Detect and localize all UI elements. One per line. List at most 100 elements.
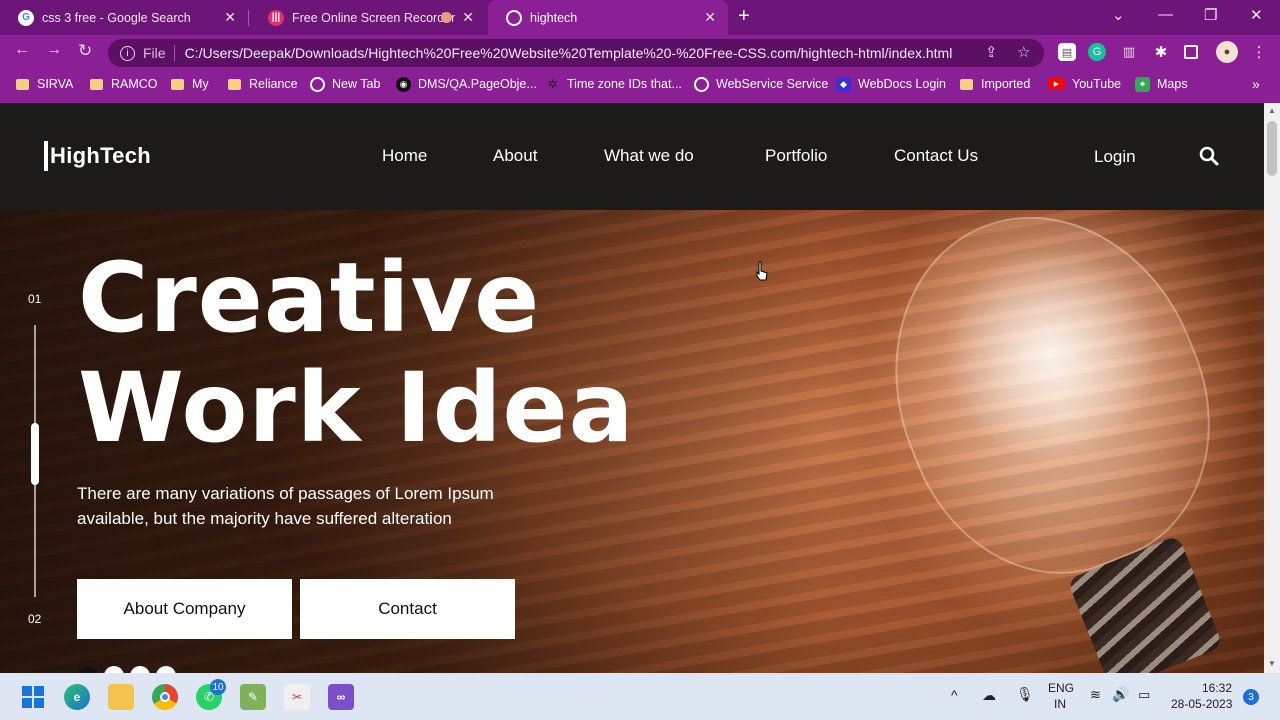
url-text[interactable]: C:/Users/Deepak/Downloads/Hightech%20Fre… xyxy=(185,45,953,61)
bookmark-youtube[interactable]: ▶ YouTube xyxy=(1048,75,1121,93)
close-icon[interactable]: ✕ xyxy=(462,9,474,26)
divider xyxy=(173,45,175,61)
share-icon[interactable]: ⇪ xyxy=(985,43,998,61)
nav-about[interactable]: About xyxy=(493,146,537,166)
mouse-cursor-icon xyxy=(756,261,768,281)
nav-portfolio[interactable]: Portfolio xyxy=(765,146,827,166)
hero-headline: Creative Work Idea xyxy=(78,243,634,463)
pdf-extension-icon[interactable]: ▤ xyxy=(1058,43,1076,61)
about-company-button[interactable]: About Company xyxy=(77,579,292,639)
close-window-button[interactable]: ✕ xyxy=(1250,6,1263,24)
battery-icon[interactable]: ▭ xyxy=(1138,687,1150,703)
grammarly-icon[interactable]: G xyxy=(1088,43,1106,61)
site-header: HighTech Home About What we do Portfolio… xyxy=(0,103,1264,210)
chevron-down-icon[interactable]: ⌄ xyxy=(1112,6,1125,24)
analytics-extension-icon[interactable]: ▥ xyxy=(1120,43,1138,61)
bookmark-label: DMS/QA.PageObje... xyxy=(418,77,537,91)
bookmark-label: Time zone IDs that... xyxy=(567,77,682,91)
language-indicator[interactable]: ENG xyxy=(1048,681,1074,695)
scheme-label: File xyxy=(143,45,166,61)
back-button[interactable]: ← xyxy=(14,41,30,59)
youtube-icon: ▶ xyxy=(1048,78,1065,90)
tab-screen-recorder[interactable]: ||| Free Online Screen Recorder ✕ xyxy=(250,0,486,35)
minimize-button[interactable]: — xyxy=(1158,6,1173,23)
nav-contact-us[interactable]: Contact Us xyxy=(894,146,978,166)
notification-badge[interactable]: 3 xyxy=(1243,689,1259,705)
bookmark-time-zone[interactable]: ✲ Time zone IDs that... xyxy=(545,75,682,93)
slider-thumb[interactable] xyxy=(31,423,39,485)
tab-google-search[interactable]: G css 3 free - Google Search ✕ xyxy=(0,0,248,35)
bookmark-label: WebService Service xyxy=(716,77,829,91)
snipping-tool-icon[interactable]: ✂ xyxy=(284,684,310,710)
visual-studio-icon[interactable]: ∞ xyxy=(328,684,354,710)
slide-number-last[interactable]: 02 xyxy=(28,612,41,626)
bookmark-my[interactable]: My xyxy=(171,75,209,93)
nav-what-we-do[interactable]: What we do xyxy=(604,146,694,166)
chrome-icon[interactable] xyxy=(152,684,178,710)
recording-icon xyxy=(441,12,452,23)
extensions-puzzle-icon[interactable]: ✱ xyxy=(1152,43,1170,61)
forward-button[interactable]: → xyxy=(46,41,62,59)
bookmark-star-icon[interactable]: ☆ xyxy=(1017,43,1030,61)
nav-home[interactable]: Home xyxy=(382,146,427,166)
page-scrollbar[interactable]: ▲ ▼ xyxy=(1264,103,1280,673)
onedrive-icon[interactable]: ☁ xyxy=(982,687,996,704)
scroll-thumb[interactable] xyxy=(1267,121,1277,176)
info-icon[interactable]: i xyxy=(120,45,135,61)
tab-title: hightech xyxy=(530,10,578,25)
windows-start-icon[interactable] xyxy=(20,684,46,710)
reload-button[interactable]: ↻ xyxy=(78,41,92,61)
tab-title: Free Online Screen Recorder xyxy=(292,10,456,25)
tab-hightech[interactable]: hightech ✕ xyxy=(488,0,728,35)
browser-chrome: G css 3 free - Google Search ✕ ||| Free … xyxy=(0,0,1280,103)
avatar[interactable]: ● xyxy=(1216,41,1238,63)
wifi-icon[interactable]: ≋ xyxy=(1090,687,1101,703)
login-link[interactable]: Login xyxy=(1094,147,1136,167)
clock-date[interactable]: 28-05-2023 xyxy=(1171,697,1232,711)
chevron-up-icon[interactable]: ^ xyxy=(951,687,958,703)
bookmark-ramco[interactable]: RAMCO xyxy=(90,75,158,93)
bookmark-label: Imported xyxy=(981,77,1031,91)
bookmarks-overflow-button[interactable]: » xyxy=(1252,75,1260,93)
scroll-down-icon[interactable]: ▼ xyxy=(1268,659,1276,668)
tab-separator xyxy=(248,10,249,26)
close-icon[interactable]: ✕ xyxy=(224,9,236,26)
app-icon[interactable]: ✎ xyxy=(240,684,266,710)
site-logo[interactable]: HighTech xyxy=(44,141,151,171)
bookmark-webdocs[interactable]: ◆ WebDocs Login xyxy=(836,75,946,93)
carousel-dot[interactable] xyxy=(130,666,150,673)
bookmark-webservice[interactable]: WebService Service xyxy=(694,75,828,93)
bookmark-label: RAMCO xyxy=(111,77,158,91)
kebab-menu-icon[interactable]: ⋮ xyxy=(1250,43,1268,61)
github-icon: ◉ xyxy=(396,76,411,92)
address-bar[interactable]: i File C:/Users/Deepak/Downloads/Hightec… xyxy=(108,39,1044,67)
recorder-icon: ||| xyxy=(268,9,284,26)
contact-button[interactable]: Contact xyxy=(300,579,515,639)
microphone-icon[interactable]: 🎙 xyxy=(1016,686,1034,703)
volume-icon[interactable]: 🔊 xyxy=(1112,686,1129,703)
edge-icon[interactable]: e xyxy=(64,684,90,710)
logo-text: HighTech xyxy=(50,143,151,168)
clock-time[interactable]: 16:32 xyxy=(1202,681,1232,695)
scroll-up-icon[interactable]: ▲ xyxy=(1268,106,1276,115)
file-explorer-icon[interactable] xyxy=(108,684,134,710)
headline-line-1: Creative xyxy=(78,242,541,354)
carousel-dot[interactable] xyxy=(104,666,124,673)
side-panel-icon[interactable] xyxy=(1184,45,1198,59)
bookmark-reliance[interactable]: Reliance xyxy=(228,75,298,93)
carousel-dot[interactable] xyxy=(156,666,176,673)
tab-strip: G css 3 free - Google Search ✕ ||| Free … xyxy=(0,0,1280,35)
bookmark-new-tab[interactable]: New Tab xyxy=(310,75,380,93)
restore-button[interactable]: ❐ xyxy=(1204,6,1217,24)
close-icon[interactable]: ✕ xyxy=(704,9,716,26)
bookmark-imported[interactable]: Imported xyxy=(960,75,1030,93)
bookmark-maps[interactable]: ⌖ Maps xyxy=(1135,75,1188,93)
bookmark-dms[interactable]: ◉ DMS/QA.PageObje... xyxy=(396,75,537,93)
search-icon[interactable] xyxy=(1199,146,1219,166)
new-tab-button[interactable]: + xyxy=(738,5,750,28)
bookmark-label: WebDocs Login xyxy=(858,77,947,91)
carousel-dot[interactable] xyxy=(78,666,98,673)
region-indicator[interactable]: IN xyxy=(1054,697,1066,711)
bookmark-sirva[interactable]: SIRVA xyxy=(16,75,73,93)
slide-number-first[interactable]: 01 xyxy=(28,292,41,306)
